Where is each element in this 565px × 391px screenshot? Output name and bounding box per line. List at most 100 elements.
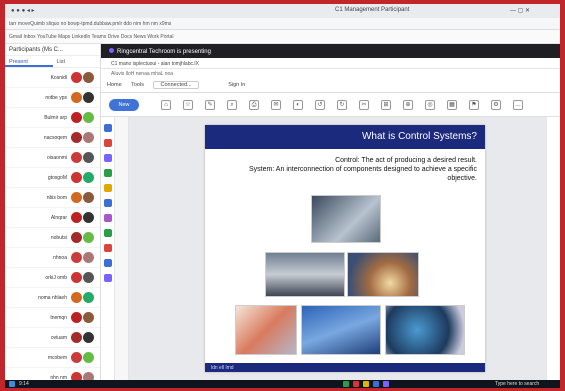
participant-name: nhnoa [53, 255, 67, 261]
mic-status-icon [71, 192, 82, 203]
participant-name: tnemqn [50, 315, 67, 321]
participant-name: orkiJ omb [45, 275, 67, 281]
undo-icon[interactable]: ↺ [315, 100, 325, 110]
mic-status-icon [71, 292, 82, 303]
tab-present[interactable]: Present [5, 56, 53, 67]
photo-solar-panels [301, 305, 381, 355]
mic-status-icon [71, 92, 82, 103]
participant-name: Alnqrar [50, 215, 67, 221]
rail-app-icon[interactable] [103, 214, 112, 222]
avatar [82, 111, 95, 124]
mic-status-icon [71, 252, 82, 263]
app-icon-5[interactable] [383, 381, 389, 387]
participant-row[interactable]: noma nhlaeh [5, 288, 100, 308]
star-icon[interactable]: ☆ [183, 100, 193, 110]
bookmarks-bar[interactable]: Gmail Inbox YouTube Maps Linkedln Teams … [5, 30, 560, 44]
app-icon-4[interactable] [373, 381, 379, 387]
participants-title: Participants (Ms C... [5, 44, 100, 56]
participant-row[interactable]: tnemqn [5, 308, 100, 328]
window-buttons[interactable]: — ▢ ✕ [510, 7, 530, 14]
cut-icon[interactable]: ✂ [359, 100, 369, 110]
slide-title: What is Control Systems? [205, 125, 485, 149]
home-icon[interactable]: ⌂ [161, 100, 171, 110]
rail-app-icon[interactable] [103, 199, 112, 207]
tab-home[interactable]: Home [107, 82, 122, 88]
window-controls[interactable]: ● ● ● ◂ ▸ [11, 7, 35, 14]
participant-row[interactable]: gtosgoM [5, 168, 100, 188]
participant-name: nobutsi [50, 235, 67, 241]
slide-body: Control: The act of producing a desired … [215, 156, 477, 183]
pen-icon[interactable]: ✎ [205, 100, 215, 110]
mic-status-icon [71, 112, 82, 123]
contrast-icon[interactable]: ◐ [293, 100, 303, 110]
presenting-banner: Ringcentral Techroom is presenting [101, 44, 560, 58]
search-icon[interactable]: ⌕ [227, 100, 237, 110]
shared-window-title: C1 mano isplectuoui - alan tomjhlabc.lX [101, 58, 560, 69]
slide-line-control: Control: The act of producing a desired … [335, 157, 477, 164]
participant-row[interactable]: orkiJ omb [5, 268, 100, 288]
app-icon-1[interactable] [343, 381, 349, 387]
new-button[interactable]: New [109, 99, 139, 111]
toolbar: New ⌂ ☆ ✎ ⌕ ⎙ ✉ ◐ ↺ ↻ ✂ ⊞ ⊕ ◎ ▦ ⚑ ⚙ … [101, 93, 560, 117]
participant-row[interactable]: nhnoa [5, 248, 100, 268]
rail-app-icon[interactable] [103, 274, 112, 282]
avatar [82, 71, 95, 84]
rail-app-icon[interactable] [103, 244, 112, 252]
ribbon-tabs: Home Tools Connected... Sign In [101, 79, 560, 93]
browser-tab[interactable]: C1 Management Participant [335, 7, 409, 13]
rail-app-icon[interactable] [103, 169, 112, 177]
avatar [82, 291, 95, 304]
redo-icon[interactable]: ↻ [337, 100, 347, 110]
add-icon[interactable]: ⊕ [403, 100, 413, 110]
participant-row[interactable]: nobutsi [5, 228, 100, 248]
participant-row[interactable]: Kosnidi [5, 68, 100, 88]
rail-app-icon[interactable] [103, 229, 112, 237]
participant-list: Kosnidi notbe yps Bulmir arp nacsoqem oisaon… [5, 68, 100, 388]
participant-name: oviuam [50, 335, 67, 341]
participant-row[interactable]: Alnqrar [5, 208, 100, 228]
participant-row[interactable]: Bulmir arp [5, 108, 100, 128]
avatar [82, 211, 95, 224]
participant-row[interactable]: nacsoqem [5, 128, 100, 148]
rail-app-icon[interactable] [103, 124, 112, 132]
mic-status-icon [71, 332, 82, 343]
taskbar-search[interactable]: Type here to search [495, 381, 539, 387]
avatar [82, 311, 95, 324]
start-icon[interactable] [9, 381, 15, 387]
participant-row[interactable]: notbe yps [5, 88, 100, 108]
gear-icon[interactable]: ⚙ [491, 100, 501, 110]
presenter-icon [109, 48, 114, 53]
table-icon[interactable]: ▦ [447, 100, 457, 110]
slide-line-system: System: An interconnection of components… [248, 166, 477, 173]
participant-name: oisaonmi [46, 155, 67, 161]
rail-app-icon[interactable] [103, 259, 112, 267]
mic-status-icon [71, 212, 82, 223]
rail-app-icon[interactable] [103, 184, 112, 192]
tab-connected[interactable]: Connected... [153, 81, 199, 89]
participant-row[interactable]: oisaonmi [5, 148, 100, 168]
app-icon-3[interactable] [363, 381, 369, 387]
taskbar: 9:14 Type here to search [5, 380, 560, 388]
rail-app-icon[interactable] [103, 154, 112, 162]
address-bar[interactable]: tarr moveQuimb sliquo no bowp-tpmd.dubba… [5, 18, 560, 30]
rail-app-icon[interactable] [103, 139, 112, 147]
participant-row[interactable]: mcobem [5, 348, 100, 368]
tab-tools[interactable]: Tools [131, 82, 144, 88]
participant-row[interactable]: nbis bom [5, 188, 100, 208]
target-icon[interactable]: ◎ [425, 100, 435, 110]
mail-icon[interactable]: ✉ [271, 100, 281, 110]
print-icon[interactable]: ⎙ [249, 100, 259, 110]
tab-list[interactable]: List [53, 56, 101, 67]
app-icon-2[interactable] [353, 381, 359, 387]
tab-sign-in[interactable]: Sign In [228, 82, 245, 88]
mic-status-icon [71, 312, 82, 323]
flag-icon[interactable]: ⚑ [469, 100, 479, 110]
participant-name: notbe yps [45, 95, 67, 101]
more-icon[interactable]: … [513, 100, 523, 110]
meeting-app: Ringcentral Techroom is presenting C1 ma… [101, 44, 560, 380]
participant-row[interactable]: oviuam [5, 328, 100, 348]
taskbar-time: 9:14 [19, 381, 29, 387]
avatar [82, 251, 95, 264]
grid-icon[interactable]: ⊞ [381, 100, 391, 110]
avatar [82, 131, 95, 144]
